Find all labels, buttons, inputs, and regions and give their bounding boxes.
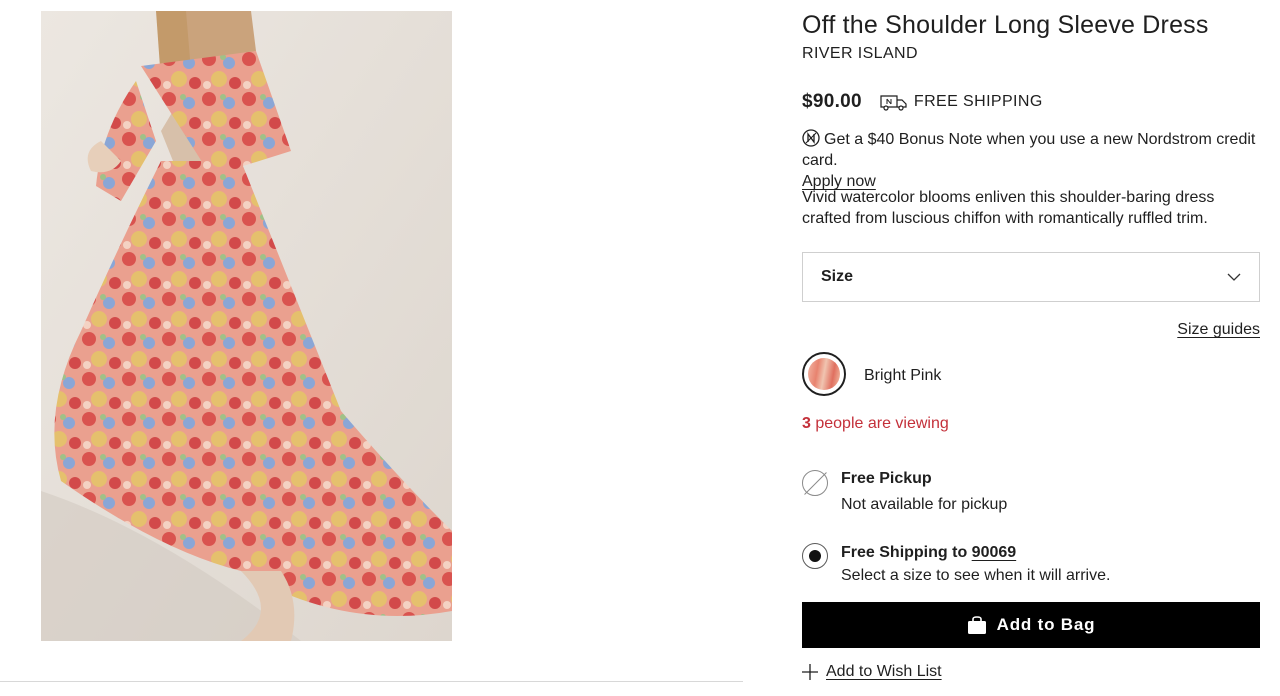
- add-to-bag-button[interactable]: Add to Bag: [802, 602, 1260, 648]
- brand-name[interactable]: RIVER ISLAND: [802, 45, 918, 63]
- chevron-down-icon: [1227, 273, 1241, 281]
- product-title: Off the Shoulder Long Sleeve Dress: [802, 11, 1209, 39]
- price-row: $90.00 FREE SHIPPING: [802, 91, 1043, 113]
- pickup-title: Free Pickup: [841, 470, 932, 487]
- dress-photo: [41, 11, 452, 641]
- bonus-note-promo: Get a $40 Bonus Note when you use a new …: [802, 129, 1272, 192]
- pickup-radio[interactable]: [802, 470, 828, 496]
- footer-divider: [0, 681, 743, 682]
- viewing-number: 3: [802, 415, 811, 432]
- free-shipping-badge: FREE SHIPPING: [913, 93, 1043, 110]
- add-to-wishlist-label: Add to Wish List: [826, 663, 942, 680]
- pickup-subtitle: Not available for pickup: [841, 496, 1008, 513]
- color-swatch-bright-pink[interactable]: [802, 352, 846, 396]
- add-to-wishlist-button[interactable]: Add to Wish List: [802, 663, 942, 681]
- product-description: Vivid watercolor blooms enliven this sho…: [802, 189, 1215, 227]
- bonus-text: Get a $40 Bonus Note when you use a new …: [802, 131, 1256, 169]
- radio-selected-dot: [809, 550, 821, 562]
- shopping-bag-icon: [967, 616, 986, 634]
- viewing-text: people are viewing: [815, 415, 949, 432]
- plus-icon: [802, 664, 818, 680]
- shipping-title-prefix: Free Shipping to: [841, 544, 968, 561]
- size-dropdown-label: Size: [821, 268, 854, 285]
- add-to-bag-label: Add to Bag: [996, 615, 1096, 634]
- swatch-fill: [808, 358, 840, 390]
- truck-icon: [880, 95, 907, 111]
- product-image[interactable]: [41, 11, 452, 641]
- viewing-count: 3 people are viewing: [802, 415, 949, 433]
- shipping-radio[interactable]: [802, 543, 828, 569]
- zip-code-link[interactable]: 90069: [972, 544, 1017, 561]
- nordstrom-note-icon: [802, 129, 820, 147]
- product-price: $90.00: [802, 91, 862, 112]
- shipping-title: Free Shipping to 90069: [841, 544, 1016, 562]
- size-dropdown[interactable]: Size: [802, 252, 1260, 302]
- size-guides-link[interactable]: Size guides: [1177, 321, 1260, 339]
- shipping-subtitle: Select a size to see when it will arrive…: [841, 567, 1111, 584]
- selected-color-name: Bright Pink: [864, 367, 942, 384]
